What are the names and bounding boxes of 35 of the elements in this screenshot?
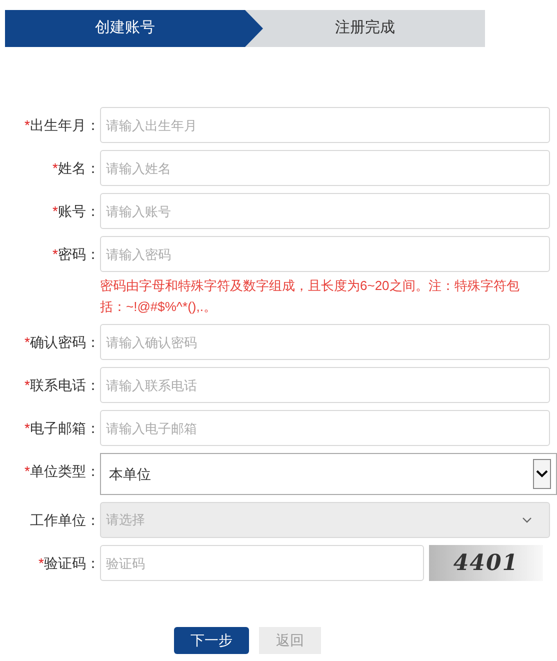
required-mark: * <box>52 158 58 178</box>
input-field[interactable]: 请输入账号 <box>100 193 550 229</box>
field-label: 工作单位： <box>30 510 100 530</box>
captcha-field[interactable]: 验证码 <box>100 545 424 581</box>
required-mark: * <box>24 462 30 480</box>
field-label: 单位类型： <box>30 462 100 480</box>
required-mark: * <box>24 376 30 394</box>
password-hint: 密码由字母和特殊字符及数字组成，且长度为6~20之间。注：特殊字符包括：~!@#$%^*(),.。 <box>100 277 520 316</box>
required-mark: * <box>52 244 58 264</box>
dropdown-button[interactable] <box>533 459 551 489</box>
input-field[interactable]: 请输入电子邮箱 <box>100 410 550 446</box>
input-field[interactable]: 请输入出生年月 <box>100 107 550 143</box>
required-mark: * <box>24 332 30 352</box>
next-button[interactable]: 下一步 <box>174 627 249 654</box>
required-mark: * <box>24 418 30 438</box>
field-label: 密码： <box>58 244 100 264</box>
field-label: 账号： <box>58 202 100 220</box>
step-arrow-icon <box>245 10 263 47</box>
field-label: 姓名： <box>58 158 100 178</box>
input-field[interactable]: 请输入确认密码 <box>100 324 550 360</box>
required-mark: * <box>24 116 30 134</box>
chevron-icon <box>522 517 532 523</box>
field-label: 电子邮箱： <box>30 418 100 438</box>
captcha-image[interactable]: 4401 <box>429 545 543 581</box>
field-label: 确认密码： <box>30 332 100 352</box>
field-label: 验证码： <box>44 554 100 572</box>
input-field[interactable]: 请输入密码 <box>100 236 550 272</box>
input-field[interactable]: 请输入姓名 <box>100 150 550 186</box>
required-mark: * <box>38 554 44 572</box>
chevron-icon <box>536 470 548 478</box>
field-label: 出生年月： <box>30 116 100 134</box>
select-field[interactable]: 本单位 <box>100 453 557 495</box>
required-mark: * <box>52 202 58 220</box>
field-label: 联系电话： <box>30 376 100 394</box>
input-field[interactable]: 请输入联系电话 <box>100 367 550 403</box>
